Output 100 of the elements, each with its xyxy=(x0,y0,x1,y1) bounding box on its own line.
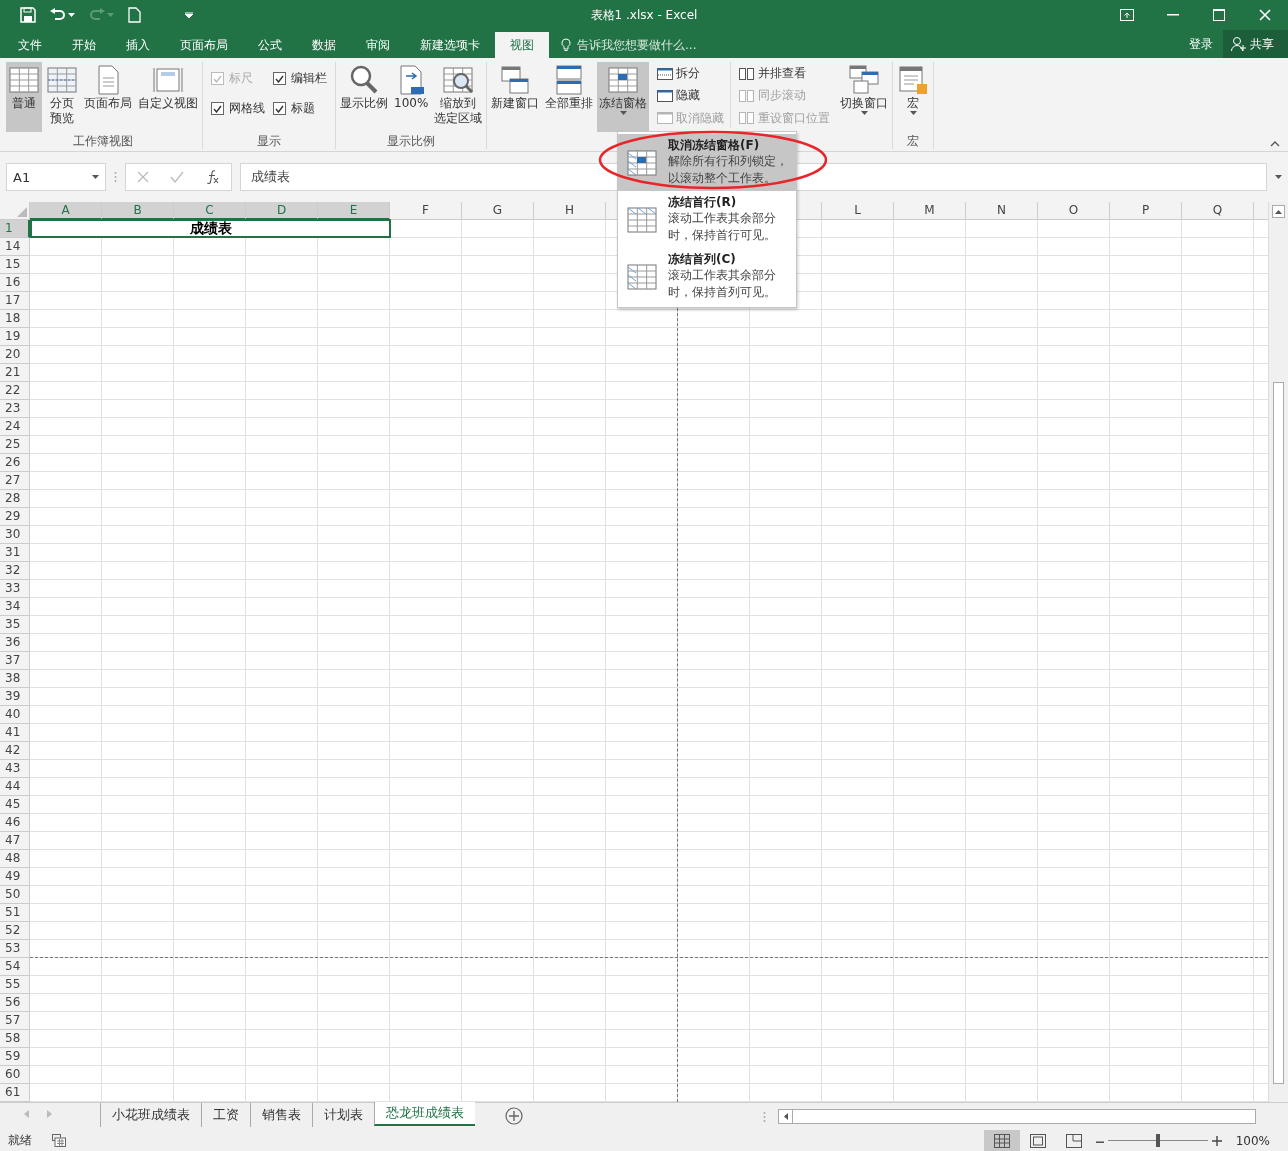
ribbon-button[interactable]: 并排查看 xyxy=(737,64,833,84)
row-header[interactable]: 20 xyxy=(0,346,30,364)
column-header[interactable]: F xyxy=(390,202,462,220)
ribbon-button[interactable]: 自定义视图 xyxy=(136,62,200,132)
column-header[interactable]: D xyxy=(246,202,318,220)
row-header[interactable]: 56 xyxy=(0,994,30,1012)
row-header[interactable]: 48 xyxy=(0,850,30,868)
row-header[interactable]: 50 xyxy=(0,886,30,904)
row-header[interactable]: 40 xyxy=(0,706,30,724)
row-header[interactable]: 61 xyxy=(0,1084,30,1102)
menu-item[interactable]: 取消冻结窗格(F) 解除所有行和列锁定，以滚动整个工作表。 xyxy=(618,134,796,191)
column-header[interactable]: L xyxy=(822,202,894,220)
row-header[interactable]: 1 xyxy=(0,220,30,238)
row-header[interactable]: 25 xyxy=(0,436,30,454)
row-header[interactable]: 52 xyxy=(0,922,30,940)
ribbon-tab[interactable]: 公式 xyxy=(243,32,297,58)
row-header[interactable]: 28 xyxy=(0,490,30,508)
column-header[interactable]: H xyxy=(534,202,606,220)
row-header[interactable]: 14 xyxy=(0,238,30,256)
row-header[interactable]: 31 xyxy=(0,544,30,562)
row-header[interactable]: 17 xyxy=(0,292,30,310)
group-label: 显示 xyxy=(256,133,282,149)
ribbon-tab[interactable]: 审阅 xyxy=(351,32,405,58)
row-header[interactable]: 18 xyxy=(0,310,30,328)
ribbon-button[interactable]: 100% xyxy=(392,62,431,132)
row-header[interactable]: 51 xyxy=(0,904,30,922)
row-header[interactable]: 16 xyxy=(0,274,30,292)
formula-text: 成绩表 xyxy=(251,168,290,186)
menu-item[interactable]: 冻结首行(R) 滚动工作表其余部分时，保持首行可见。 xyxy=(618,191,796,248)
row-header[interactable]: 26 xyxy=(0,454,30,472)
row-header[interactable]: 44 xyxy=(0,778,30,796)
row-header[interactable]: 27 xyxy=(0,472,30,490)
ribbon-button[interactable]: 隐藏 xyxy=(655,86,727,106)
row-header[interactable]: 58 xyxy=(0,1030,30,1048)
row-header[interactable]: 24 xyxy=(0,418,30,436)
ribbon-button[interactable]: 页面布局 xyxy=(82,62,134,132)
ribbon-tab[interactable]: 视图 xyxy=(495,32,549,58)
row-header[interactable]: 42 xyxy=(0,742,30,760)
sheet-tab[interactable]: 工资 xyxy=(201,1103,250,1127)
ribbon-button[interactable]: 显示比例 xyxy=(338,62,390,132)
ribbon-button[interactable]: 拆分 xyxy=(655,64,727,84)
ribbon-button[interactable]: 分页 预览 xyxy=(44,62,80,132)
row-header[interactable]: 45 xyxy=(0,796,30,814)
row-header[interactable]: 54 xyxy=(0,958,30,976)
column-header[interactable]: N xyxy=(966,202,1038,220)
row-header[interactable]: 39 xyxy=(0,688,30,706)
row-header[interactable]: 30 xyxy=(0,526,30,544)
row-header[interactable]: 23 xyxy=(0,400,30,418)
ribbon-button[interactable]: 普通 xyxy=(6,62,42,132)
ribbon-tab[interactable]: 数据 xyxy=(297,32,351,58)
row-header[interactable]: 15 xyxy=(0,256,30,274)
column-header[interactable]: G xyxy=(462,202,534,220)
row-header[interactable]: 60 xyxy=(0,1066,30,1084)
row-header[interactable]: 49 xyxy=(0,868,30,886)
row-header[interactable]: 32 xyxy=(0,562,30,580)
row-header[interactable]: 55 xyxy=(0,976,30,994)
ribbon-tab[interactable]: 开始 xyxy=(57,32,111,58)
row-header[interactable]: 46 xyxy=(0,814,30,832)
column-header[interactable]: E xyxy=(318,202,390,220)
row-header[interactable]: 34 xyxy=(0,598,30,616)
ribbon-tab[interactable]: 插入 xyxy=(111,32,165,58)
column-header[interactable]: Q xyxy=(1182,202,1254,220)
ribbon-button[interactable]: 缩放到 选定区域 xyxy=(432,62,485,132)
column-header[interactable]: C xyxy=(174,202,246,220)
row-header[interactable]: 59 xyxy=(0,1048,30,1066)
ribbon-tab[interactable]: 页面布局 xyxy=(165,32,243,58)
menu-item[interactable]: 冻结首列(C) 滚动工作表其余部分时，保持首列可见。 xyxy=(618,248,796,305)
column-header[interactable]: P xyxy=(1110,202,1182,220)
sheet-tab[interactable]: 恐龙班成绩表 xyxy=(374,1102,475,1126)
ribbon-tab[interactable]: 新建选项卡 xyxy=(405,32,495,58)
row-header[interactable]: 53 xyxy=(0,940,30,958)
ribbon-button[interactable]: 宏 xyxy=(895,62,932,132)
row-header[interactable]: 38 xyxy=(0,670,30,688)
row-header[interactable]: 29 xyxy=(0,508,30,526)
column-header[interactable]: A xyxy=(30,202,102,220)
column-header[interactable]: B xyxy=(102,202,174,220)
name-box[interactable]: A1 xyxy=(6,163,106,191)
row-header[interactable]: 57 xyxy=(0,1012,30,1030)
ribbon-button[interactable]: 新建窗口 xyxy=(489,62,542,132)
row-header[interactable]: 43 xyxy=(0,760,30,778)
row-header[interactable]: 22 xyxy=(0,382,30,400)
sheet-tab[interactable]: 销售表 xyxy=(250,1103,312,1127)
row-header[interactable]: 33 xyxy=(0,580,30,598)
row-header[interactable]: 35 xyxy=(0,616,30,634)
row-header[interactable]: 36 xyxy=(0,634,30,652)
row-header[interactable]: 47 xyxy=(0,832,30,850)
ribbon-button[interactable]: 切换窗口 xyxy=(838,62,891,132)
sign-in-link[interactable]: 登录 xyxy=(1179,30,1223,58)
tell-me-field[interactable]: 告诉我您想要做什么... xyxy=(575,37,735,53)
row-header[interactable]: 41 xyxy=(0,724,30,742)
row-header[interactable]: 37 xyxy=(0,652,30,670)
ribbon-button[interactable]: 冻结窗格 xyxy=(597,62,650,132)
column-header[interactable]: M xyxy=(894,202,966,220)
ribbon-tab[interactable]: 文件 xyxy=(3,32,57,58)
column-header[interactable]: O xyxy=(1038,202,1110,220)
ribbon-button[interactable]: 全部重排 xyxy=(543,62,596,132)
share-button[interactable]: 共享 xyxy=(1223,30,1288,58)
row-header[interactable]: 21 xyxy=(0,364,30,382)
sheet-tab[interactable]: 小花班成绩表 xyxy=(100,1103,201,1127)
row-header[interactable]: 19 xyxy=(0,328,30,346)
